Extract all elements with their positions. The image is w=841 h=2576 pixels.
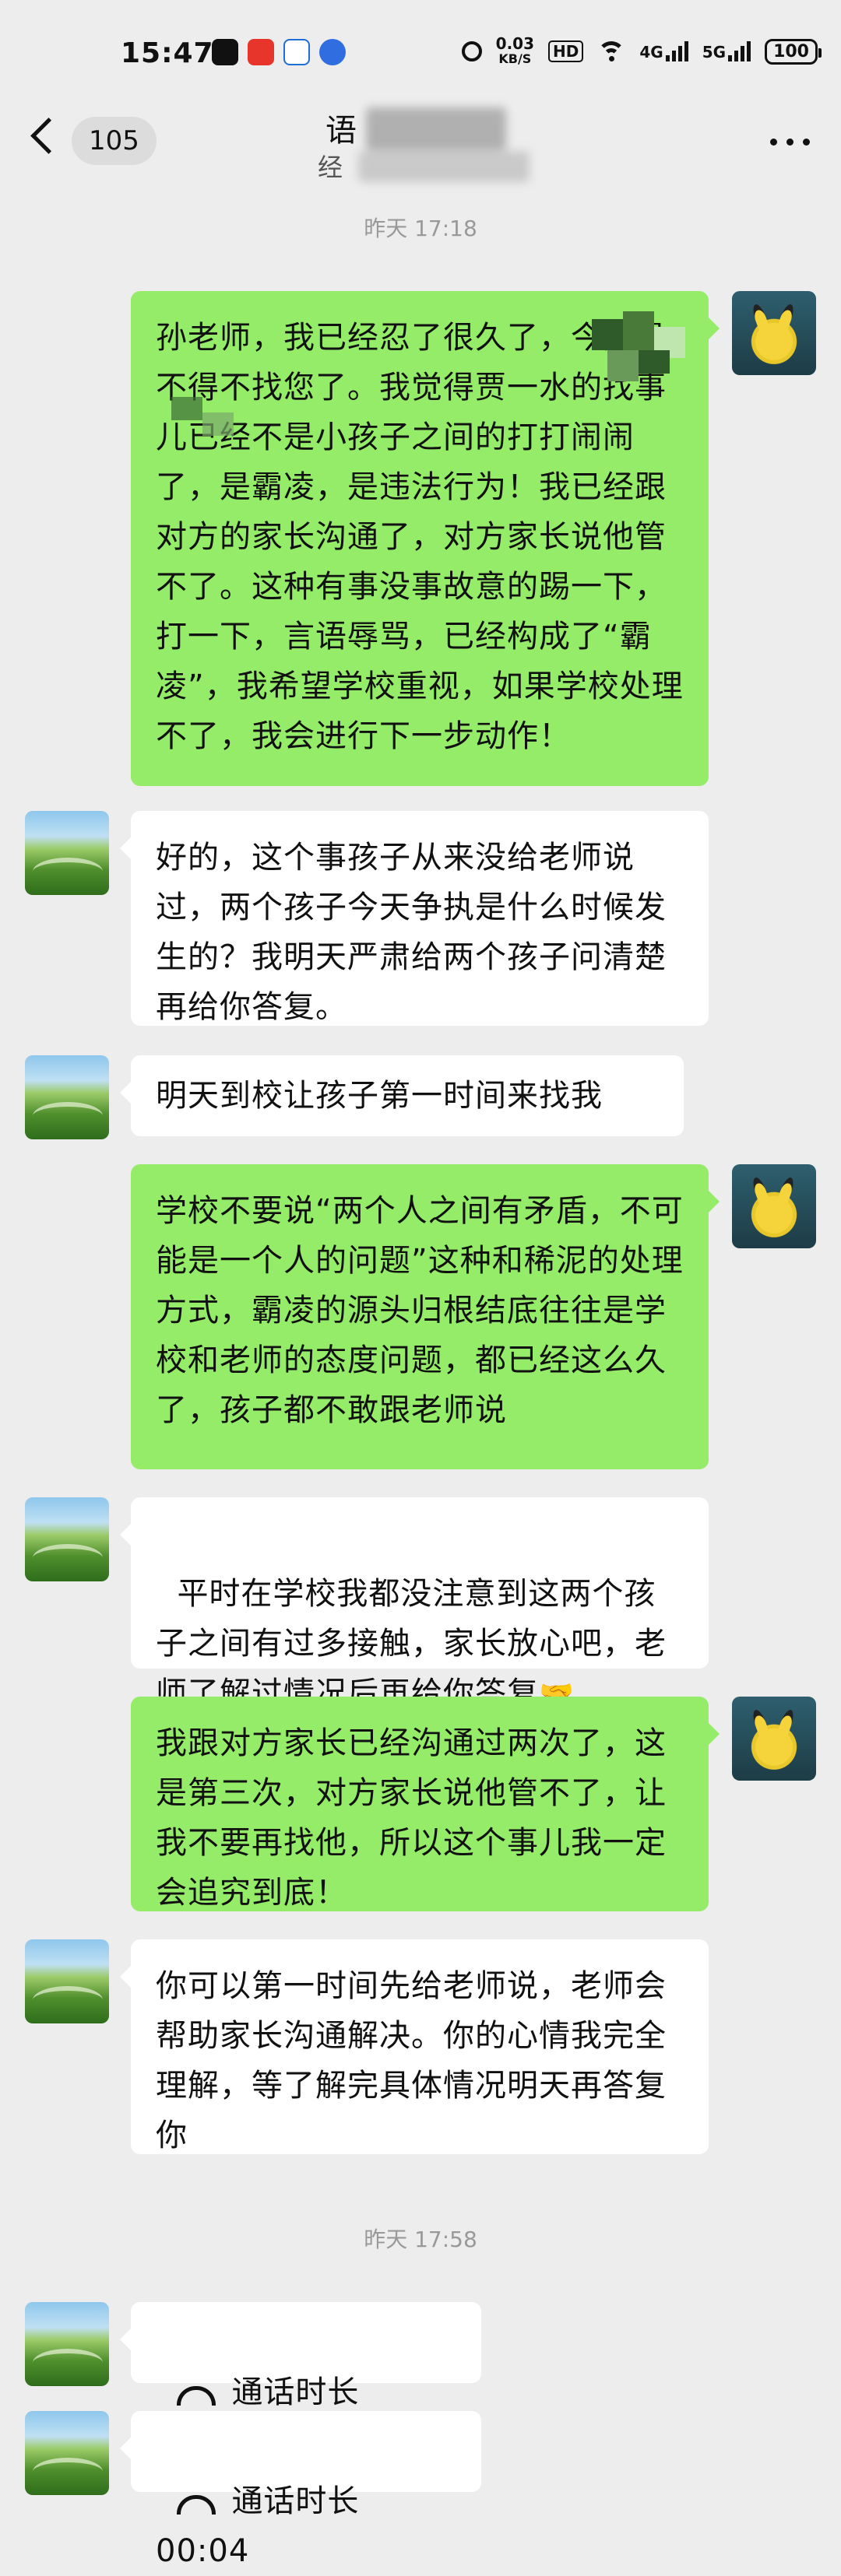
contact-avatar[interactable] — [25, 1939, 109, 2023]
telecom-app-icon — [283, 39, 310, 65]
system-indicators: 0.03 KB/S HD 4G 5G 100 — [461, 34, 822, 67]
back-icon[interactable] — [30, 118, 67, 154]
clock: 15:47 — [121, 37, 214, 69]
my-avatar[interactable] — [732, 291, 816, 375]
network-speed: 0.03 KB/S — [495, 34, 535, 66]
status-bar: 15:47 0.03 KB/S HD 4G 5G 100 — [0, 0, 841, 101]
contact-avatar[interactable] — [25, 2302, 109, 2386]
alarm-icon — [461, 41, 482, 61]
contact-avatar[interactable] — [25, 811, 109, 895]
contact-avatar[interactable] — [25, 1497, 109, 1581]
chat-subtitle: 经 — [318, 153, 343, 182]
my-avatar[interactable] — [732, 1697, 816, 1781]
contact-avatar[interactable] — [25, 2411, 109, 2495]
signal-5g: 5G — [702, 41, 751, 61]
message-bubble-received[interactable]: 明天到校让孩子第一时间来找我 — [120, 1055, 684, 1136]
signal-4g: 4G — [639, 41, 688, 61]
redaction-mosaic — [576, 311, 701, 405]
message-bubble-received[interactable]: 你可以第一时间先给老师说，老师会帮助家长沟通解决。你的心情我完全理解，等了解完具… — [120, 1939, 709, 2154]
message-bubble-received[interactable]: 平时在学校我都没注意到这两个孩子之间有过多接触，家长放心吧，老师了解过情况后再给… — [120, 1497, 709, 1711]
tiktok-icon — [212, 39, 238, 65]
chat-header: 105 语 经 — [0, 101, 841, 187]
hd-badge: HD — [548, 40, 584, 62]
phone-call-icon — [177, 2385, 216, 2406]
shopping-app-icon — [248, 39, 274, 65]
redaction-mosaic — [171, 397, 234, 444]
more-options-icon[interactable] — [770, 139, 810, 146]
call-record-bubble[interactable]: 通话时长 00:04 — [120, 2411, 481, 2569]
unread-count-badge[interactable]: 105 — [72, 117, 157, 165]
notification-icons — [212, 39, 346, 65]
message-bubble-sent[interactable]: 我跟对方家长已经沟通过两次了，这是第三次，对方家长说他管不了，让我不要再找他，所… — [131, 1697, 720, 1911]
baidu-icon — [319, 39, 346, 65]
timestamp: 昨天 17:58 — [364, 2227, 477, 2252]
wifi-icon — [597, 41, 626, 61]
redacted-subtitle — [358, 151, 530, 182]
phone-call-icon — [177, 2494, 216, 2515]
message-bubble-received[interactable]: 好的，这个事孩子从来没给老师说过，两个孩子今天争执是什么时候发生的？我明天严肃给… — [120, 811, 709, 1026]
contact-avatar[interactable] — [25, 1055, 109, 1139]
timestamp: 昨天 17:18 — [364, 216, 477, 241]
chat-title: 语 — [325, 113, 357, 149]
battery-indicator: 100 — [765, 38, 822, 65]
my-avatar[interactable] — [732, 1164, 816, 1248]
call-record-bubble[interactable]: 通话时长 03:30 — [120, 2302, 481, 2460]
redacted-name — [366, 107, 506, 151]
message-bubble-sent[interactable]: 学校不要说“两个人之间有矛盾，不可能是一个人的问题”这种和稀泥的处理方式，霸凌的… — [131, 1164, 720, 1469]
